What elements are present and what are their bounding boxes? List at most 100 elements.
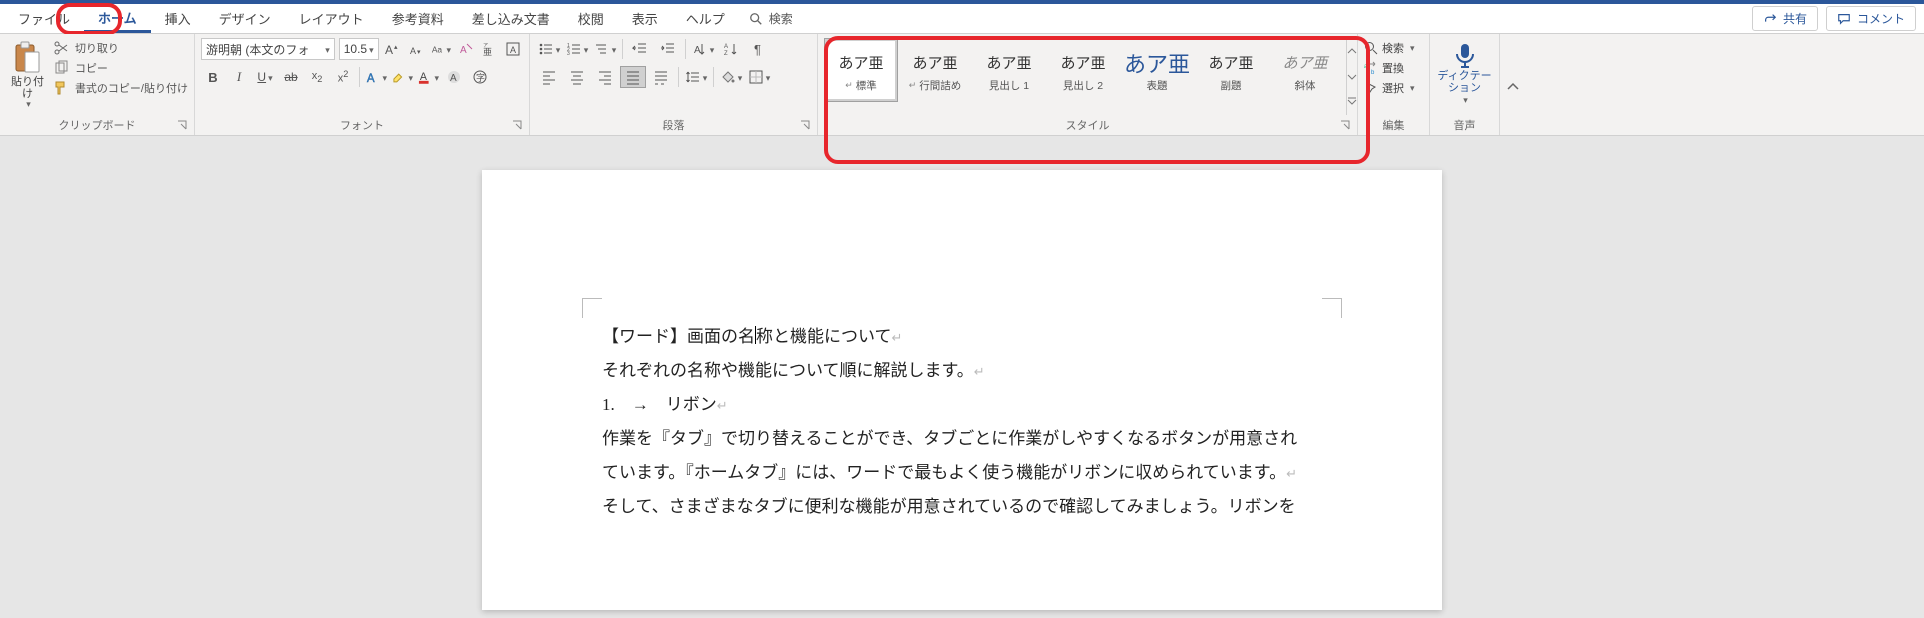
font-color-button[interactable]: A (416, 66, 440, 88)
svg-text:b: b (1371, 70, 1375, 75)
tab-design[interactable]: デザイン (205, 4, 285, 33)
doc-line-1[interactable]: それぞれの名称や機能について順に解説します。↵ (602, 354, 1322, 388)
group-font: 游明朝 (本文のフォ 10.5 A▴ A▾ Aa A (195, 34, 530, 135)
scissors-icon (53, 40, 69, 56)
text-direction-button[interactable]: A (690, 38, 716, 60)
bullets-button[interactable] (536, 38, 562, 60)
indent-button[interactable] (655, 38, 681, 60)
char-shading-button[interactable]: A (442, 66, 466, 88)
copy-icon (53, 60, 69, 76)
multilevel-button[interactable] (592, 38, 618, 60)
doc-line-3[interactable]: 作業を『タブ』で切り替えることができ、タブごとに作業がしやすくなるボタンが用意さ… (602, 422, 1322, 456)
align-left-button[interactable] (536, 66, 562, 88)
borders-button[interactable] (746, 66, 772, 88)
strike-button[interactable]: ab (279, 66, 303, 88)
dictate-dropdown[interactable] (1461, 94, 1468, 106)
outdent-button[interactable] (627, 38, 653, 60)
copy-button[interactable]: コピー (53, 60, 188, 76)
numbering-icon: 123 (566, 41, 582, 57)
style-emphasis[interactable]: あア亜 斜体 (1268, 38, 1342, 102)
highlight-button[interactable] (390, 66, 414, 88)
underline-button[interactable]: U (253, 66, 277, 88)
tab-view[interactable]: 表示 (618, 4, 672, 33)
style-subtitle[interactable]: あア亜 副題 (1194, 38, 1268, 102)
clear-formatting-button[interactable]: A (456, 38, 476, 60)
styles-scroll-up[interactable] (1347, 38, 1357, 64)
change-case-button[interactable]: Aa (430, 38, 452, 60)
ribbon-collapse-button[interactable] (1500, 34, 1526, 135)
clipboard-launcher[interactable] (176, 119, 188, 131)
dictate-button[interactable]: ディクテーション (1436, 38, 1493, 115)
doc-line-0[interactable]: 【ワード】画面の名称と機能について↵ (602, 320, 1322, 354)
tab-references[interactable]: 参考資料 (378, 4, 458, 33)
phonetic-icon: ア亜 (481, 41, 497, 57)
launcher-icon (800, 120, 810, 130)
align-left-icon (541, 69, 557, 85)
svg-text:3: 3 (567, 51, 570, 57)
align-justify-icon (625, 69, 641, 85)
paste-icon (11, 40, 43, 76)
share-button[interactable]: 共有 (1752, 6, 1818, 31)
align-justify-button[interactable] (620, 66, 646, 88)
enclosed-char-button[interactable]: 字 (468, 66, 492, 88)
align-center-button[interactable] (564, 66, 590, 88)
numbering-button[interactable]: 123 (564, 38, 590, 60)
pilcrow-icon: ¶ (751, 41, 767, 57)
font-launcher[interactable] (511, 119, 523, 131)
paragraph-group-label: 段落 (663, 120, 685, 132)
tab-insert[interactable]: 挿入 (151, 4, 205, 33)
group-styles: あア亜 ↵標準 あア亜 ↵行間詰め あア亜 見出し 1 あア亜 見出し 2 あア… (818, 34, 1358, 135)
select-button[interactable]: 選択 (1364, 80, 1415, 96)
style-heading2[interactable]: あア亜 見出し 2 (1046, 38, 1120, 102)
font-name-combo[interactable]: 游明朝 (本文のフォ (201, 38, 335, 60)
margin-corner-top-left (582, 298, 602, 318)
tab-file[interactable]: ファイル (4, 4, 84, 33)
doc-line-2[interactable]: 1. → リボン↵ (602, 388, 1322, 422)
tab-home[interactable]: ホーム (84, 4, 151, 33)
style-normal[interactable]: あア亜 ↵標準 (824, 38, 898, 102)
tab-mailings[interactable]: 差し込み文書 (458, 4, 564, 33)
grow-font-button[interactable]: A▴ (383, 38, 403, 60)
document-workspace: 【ワード】画面の名称と機能について↵ それぞれの名称や機能について順に解説します… (0, 136, 1924, 610)
style-title[interactable]: あア亜 表題 (1120, 38, 1194, 102)
phonetic-guide-button[interactable]: ア亜 (480, 38, 500, 60)
italic-button[interactable]: I (227, 66, 251, 88)
document-page[interactable]: 【ワード】画面の名称と機能について↵ それぞれの名称や機能について順に解説します… (482, 170, 1442, 610)
cut-button[interactable]: 切り取り (53, 40, 188, 56)
format-painter-button[interactable]: 書式のコピー/貼り付け (53, 80, 188, 96)
font-size-combo[interactable]: 10.5 (339, 38, 379, 60)
shrink-font-button[interactable]: A▾ (406, 38, 426, 60)
styles-expand[interactable] (1347, 89, 1357, 115)
styles-launcher[interactable] (1339, 119, 1351, 131)
align-distribute-button[interactable] (648, 66, 674, 88)
style-no-spacing[interactable]: あア亜 ↵行間詰め (898, 38, 972, 102)
tab-layout[interactable]: レイアウト (285, 4, 378, 33)
paragraph-launcher[interactable] (799, 119, 811, 131)
comments-button[interactable]: コメント (1826, 6, 1916, 31)
superscript-button[interactable]: x2 (331, 66, 355, 88)
styles-scroll-down[interactable] (1347, 64, 1357, 90)
sort-button[interactable]: AZ (718, 38, 744, 60)
find-button[interactable]: 検索 (1364, 40, 1415, 56)
doc-line-4[interactable]: ています。『ホームタブ』には、ワードで最もよく使う機能がリボンに収められています… (602, 456, 1322, 490)
subscript-button[interactable]: x2 (305, 66, 329, 88)
tell-me-search[interactable]: 検索 (739, 4, 803, 33)
svg-text:A: A (724, 44, 728, 50)
tab-review[interactable]: 校閲 (564, 4, 618, 33)
paste-button[interactable]: 貼り付け (6, 38, 49, 115)
line-spacing-button[interactable] (683, 66, 709, 88)
bold-button[interactable]: B (201, 66, 225, 88)
replace-button[interactable]: ab 置換 (1364, 60, 1415, 76)
show-marks-button[interactable]: ¶ (746, 38, 772, 60)
paste-label: 貼り付け (6, 76, 49, 100)
tab-help[interactable]: ヘルプ (672, 4, 739, 33)
shading-button[interactable] (718, 66, 744, 88)
align-right-button[interactable] (592, 66, 618, 88)
text-effects-button[interactable]: A (364, 66, 388, 88)
svg-text:A: A (460, 45, 467, 56)
grow-font-icon: A▴ (384, 41, 400, 57)
paste-dropdown[interactable] (24, 100, 31, 110)
doc-line-5[interactable]: そして、さまざまなタブに便利な機能が用意されているので確認してみましょう。リボン… (602, 490, 1322, 524)
char-border-button[interactable]: A (503, 38, 523, 60)
style-heading1[interactable]: あア亜 見出し 1 (972, 38, 1046, 102)
